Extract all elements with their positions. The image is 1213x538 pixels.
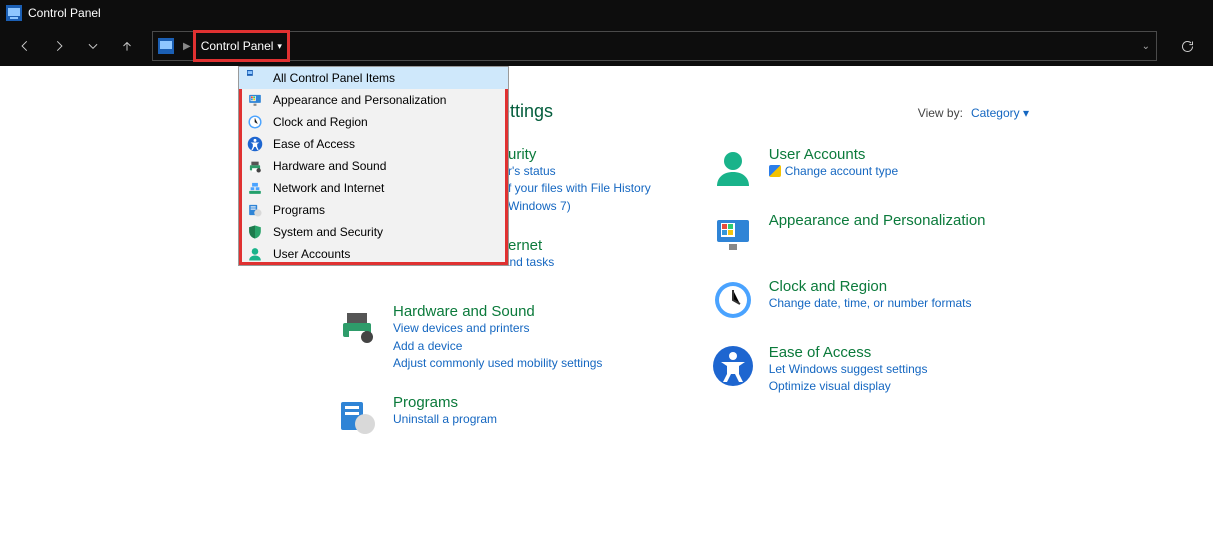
category-link[interactable]: Optimize visual display bbox=[769, 378, 928, 395]
page-title: ettings bbox=[500, 101, 1043, 122]
category: Clock and RegionChange date, time, or nu… bbox=[711, 278, 986, 322]
category-title[interactable]: Clock and Region bbox=[769, 278, 972, 295]
dropdown-item-label: Appearance and Personalization bbox=[273, 93, 446, 107]
recent-locations-button[interactable] bbox=[78, 31, 108, 61]
category-link[interactable]: Change date, time, or number formats bbox=[769, 295, 972, 312]
category: ProgramsUninstall a program bbox=[335, 394, 651, 438]
prog-icon bbox=[247, 202, 263, 218]
category-link[interactable]: Let Windows suggest settings bbox=[769, 361, 928, 378]
breadcrumb-label: Control Panel bbox=[201, 39, 274, 53]
dropdown-item-label: Network and Internet bbox=[273, 181, 384, 195]
dropdown-item[interactable]: All Control Panel Items bbox=[239, 67, 508, 89]
category-link[interactable]: f your files with File History bbox=[508, 180, 651, 197]
dropdown-item[interactable]: User Accounts bbox=[239, 243, 508, 265]
dropdown-item[interactable]: System and Security bbox=[239, 221, 508, 243]
nav-bar: ▶ Control Panel ▾ ⌄ bbox=[0, 26, 1213, 66]
dropdown-item[interactable]: Clock and Region bbox=[239, 111, 508, 133]
refresh-button[interactable] bbox=[1173, 32, 1201, 60]
dropdown-item[interactable]: Network and Internet bbox=[239, 177, 508, 199]
category: Ease of AccessLet Windows suggest settin… bbox=[711, 344, 986, 396]
category-title[interactable]: Appearance and Personalization bbox=[769, 212, 986, 229]
printer-icon bbox=[335, 303, 379, 347]
monitor-icon bbox=[711, 212, 755, 256]
monitor-icon bbox=[247, 92, 263, 108]
dropdown-item-label: System and Security bbox=[273, 225, 383, 239]
content-area: View by: Category ▾ ettings urityr's sta… bbox=[0, 66, 1213, 538]
back-button[interactable] bbox=[10, 31, 40, 61]
category-link[interactable]: Change account type bbox=[769, 163, 898, 180]
dropdown-item-label: User Accounts bbox=[273, 247, 350, 261]
category-link[interactable]: Windows 7) bbox=[508, 198, 651, 215]
category-link[interactable]: View devices and printers bbox=[393, 320, 602, 337]
dropdown-item-label: Clock and Region bbox=[273, 115, 368, 129]
category-column-right: User AccountsChange account type Appearan… bbox=[711, 146, 986, 438]
shield-icon bbox=[247, 224, 263, 240]
address-icon bbox=[153, 38, 179, 54]
category: User AccountsChange account type bbox=[711, 146, 986, 190]
cp-icon bbox=[247, 70, 263, 86]
title-bar: Control Panel bbox=[0, 0, 1213, 26]
net-icon bbox=[247, 180, 263, 196]
control-panel-icon bbox=[6, 5, 22, 21]
prog-icon bbox=[335, 394, 379, 438]
address-dropdown-button[interactable]: ⌄ bbox=[1142, 41, 1156, 52]
category-link[interactable]: Uninstall a program bbox=[393, 411, 497, 428]
category-title[interactable]: Programs bbox=[393, 394, 497, 411]
dropdown-item[interactable]: Hardware and Sound bbox=[239, 155, 508, 177]
dropdown-item-label: Hardware and Sound bbox=[273, 159, 386, 173]
clock-icon bbox=[247, 114, 263, 130]
category: Appearance and Personalization bbox=[711, 212, 986, 256]
address-bar[interactable]: ▶ Control Panel ▾ ⌄ bbox=[152, 31, 1157, 61]
user-icon bbox=[247, 246, 263, 262]
dropdown-item[interactable]: Ease of Access bbox=[239, 133, 508, 155]
access-icon bbox=[711, 344, 755, 388]
category-title[interactable]: Ease of Access bbox=[769, 344, 928, 361]
window-title: Control Panel bbox=[28, 6, 101, 20]
category-title[interactable]: ernet bbox=[508, 237, 554, 254]
category-title[interactable]: Hardware and Sound bbox=[393, 303, 602, 320]
user-icon bbox=[711, 146, 755, 190]
up-button[interactable] bbox=[112, 31, 142, 61]
category-link[interactable]: Adjust commonly used mobility settings bbox=[393, 355, 602, 372]
category-title[interactable]: User Accounts bbox=[769, 146, 898, 163]
breadcrumb-control-panel[interactable]: Control Panel ▾ bbox=[195, 32, 288, 60]
dropdown-item-label: Programs bbox=[273, 203, 325, 217]
category-link[interactable]: r's status bbox=[508, 163, 651, 180]
breadcrumb-chevron-icon[interactable]: ▶ bbox=[179, 41, 195, 52]
chevron-down-icon: ▾ bbox=[277, 41, 282, 52]
category-title[interactable]: urity bbox=[508, 146, 651, 163]
category: Hardware and SoundView devices and print… bbox=[335, 303, 651, 372]
access-icon bbox=[247, 136, 263, 152]
printer-icon bbox=[247, 158, 263, 174]
category-link[interactable]: Add a device bbox=[393, 338, 602, 355]
dropdown-item-label: All Control Panel Items bbox=[273, 71, 395, 85]
dropdown-item-label: Ease of Access bbox=[273, 137, 355, 151]
breadcrumb-dropdown: All Control Panel Items Appearance and Pe… bbox=[238, 66, 509, 266]
dropdown-item[interactable]: Appearance and Personalization bbox=[239, 89, 508, 111]
clock-icon bbox=[711, 278, 755, 322]
forward-button[interactable] bbox=[44, 31, 74, 61]
dropdown-item[interactable]: Programs bbox=[239, 199, 508, 221]
